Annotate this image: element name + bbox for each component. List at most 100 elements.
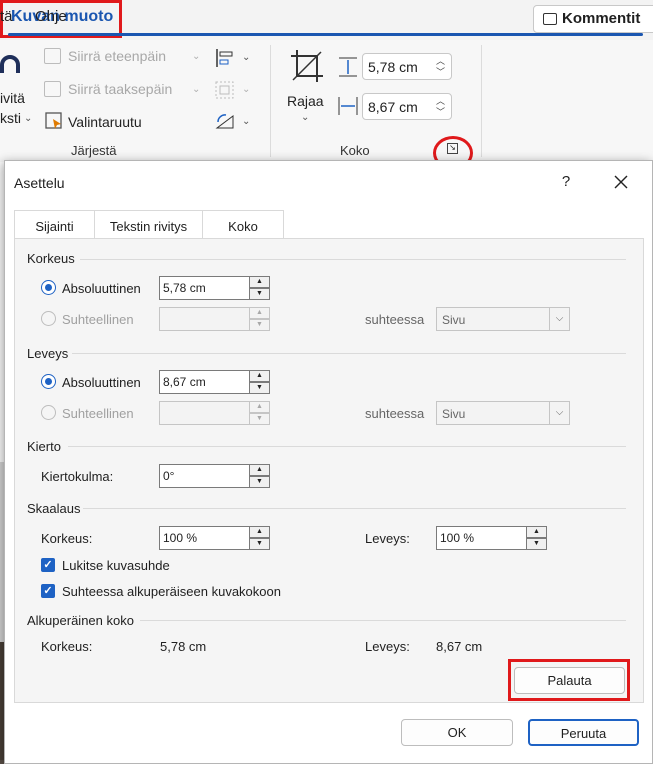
- chevron-down-icon[interactable]: ▼: [249, 476, 270, 488]
- comments-button-label: Kommentit: [562, 10, 641, 27]
- height-absolute-input[interactable]: 5,78 cm: [159, 276, 250, 300]
- height-relative-spinner[interactable]: ▲ ▼: [249, 307, 270, 331]
- width-relative-radio[interactable]: [41, 405, 56, 420]
- scale-section-title: Skaalaus: [27, 501, 81, 516]
- chevron-up-icon[interactable]: ▲: [526, 526, 547, 538]
- chevron-up-icon[interactable]: ▲: [249, 276, 270, 288]
- section-divider: [140, 620, 626, 621]
- chevron-down-icon[interactable]: ⌄: [242, 116, 250, 127]
- width-absolute-input[interactable]: 8,67 cm: [159, 370, 250, 394]
- section-divider: [68, 446, 626, 447]
- chevron-down-icon[interactable]: ⌄: [301, 112, 309, 123]
- tab-text-wrapping[interactable]: Tekstin rivitys: [94, 210, 202, 239]
- chevron-down-icon[interactable]: ⌵: [549, 308, 569, 330]
- chevron-up-icon[interactable]: ▲: [249, 401, 270, 413]
- chevron-down-icon[interactable]: ⌄: [192, 51, 200, 62]
- width-absolute-label[interactable]: Absoluuttinen: [62, 375, 141, 390]
- chevron-down-icon[interactable]: ▼: [249, 382, 270, 394]
- original-width-label: Leveys:: [365, 639, 410, 654]
- reset-button-label: Palauta: [547, 673, 592, 688]
- width-absolute-spinner[interactable]: ▲ ▼: [249, 370, 270, 394]
- rotation-angle-spinner[interactable]: ▲ ▼: [249, 464, 270, 488]
- send-backward-label[interactable]: Siirrä taaksepäin: [68, 81, 172, 97]
- height-relative-input[interactable]: [159, 307, 250, 331]
- width-relative-spinner[interactable]: ▲ ▼: [249, 401, 270, 425]
- height-absolute-radio[interactable]: [41, 280, 56, 295]
- cancel-button[interactable]: Peruuta: [528, 719, 639, 746]
- ok-button[interactable]: OK: [401, 719, 513, 746]
- tab-position[interactable]: Sijainti: [14, 210, 94, 239]
- align-icon[interactable]: [214, 48, 236, 68]
- chevron-up-icon[interactable]: ▲: [249, 526, 270, 538]
- chevron-down-icon[interactable]: ⌵: [549, 402, 569, 424]
- width-section-title: Leveys: [27, 346, 69, 361]
- chevron-down-icon[interactable]: ⌄: [24, 113, 32, 124]
- scale-width-spinner[interactable]: ▲ ▼: [526, 526, 547, 550]
- group-separator: [481, 45, 482, 157]
- chevron-up-icon[interactable]: ︿: [436, 57, 445, 66]
- chevron-down-icon[interactable]: ﹀: [436, 68, 445, 77]
- crop-icon[interactable]: [289, 48, 325, 84]
- selection-pane-label[interactable]: Valintaruutu: [68, 114, 142, 130]
- chevron-up-icon[interactable]: ▲: [249, 464, 270, 476]
- tab-size[interactable]: Koko: [202, 210, 284, 240]
- section-divider: [72, 353, 626, 354]
- width-relative-to-value: Sivu: [442, 407, 466, 421]
- height-absolute-label[interactable]: Absoluuttinen: [62, 281, 141, 296]
- chevron-down-icon[interactable]: ▼: [249, 288, 270, 300]
- tab-help[interactable]: Ohje: [35, 8, 67, 25]
- group-objects-icon[interactable]: [214, 80, 236, 100]
- rotate-icon[interactable]: [214, 112, 236, 132]
- height-absolute-spinner[interactable]: ▲ ▼: [249, 276, 270, 300]
- size-group-label: Koko: [340, 143, 370, 158]
- cancel-button-label: Peruuta: [560, 726, 607, 741]
- chevron-down-icon[interactable]: ﹀: [436, 108, 445, 117]
- tab-partial[interactable]: tä: [0, 8, 13, 25]
- ribbon-width-field[interactable]: 8,67 cm ︿ ﹀: [362, 93, 452, 120]
- ribbon: tä Ohje Kuvan muoto Kommentit ivitä ksti…: [0, 0, 653, 170]
- rotation-angle-input[interactable]: 0°: [159, 464, 250, 488]
- relative-original-label[interactable]: Suhteessa alkuperäiseen kuvakokoon: [62, 584, 281, 599]
- height-relative-radio[interactable]: [41, 311, 56, 326]
- width-relative-to-select[interactable]: Sivu ⌵: [436, 401, 570, 425]
- comments-button[interactable]: Kommentit: [533, 5, 653, 33]
- send-backward-icon: [44, 81, 61, 97]
- text-wrap-partial-label[interactable]: ksti: [0, 110, 21, 126]
- section-divider: [80, 259, 626, 260]
- arrange-group-label: Järjestä: [71, 143, 117, 158]
- dialog-launcher-icon[interactable]: ↘: [447, 143, 458, 154]
- lock-aspect-label[interactable]: Lukitse kuvasuhde: [62, 558, 170, 573]
- original-height-label: Korkeus:: [41, 639, 93, 654]
- reset-button[interactable]: Palauta: [514, 667, 625, 694]
- close-icon[interactable]: [610, 171, 632, 193]
- chevron-up-icon[interactable]: ︿: [436, 97, 445, 106]
- chevron-down-icon[interactable]: ⌄: [192, 84, 200, 95]
- active-tab-indicator: [8, 33, 643, 36]
- relative-original-checkbox[interactable]: ✓: [41, 584, 55, 598]
- chevron-down-icon[interactable]: ▼: [526, 538, 547, 550]
- chevron-down-icon[interactable]: ⌄: [242, 84, 250, 95]
- bring-forward-label[interactable]: Siirrä eteenpäin: [68, 48, 166, 64]
- width-relative-label[interactable]: Suhteellinen: [62, 406, 134, 421]
- dialog-title: Asettelu: [14, 175, 65, 191]
- chevron-down-icon[interactable]: ⌄: [242, 52, 250, 63]
- scale-height-spinner[interactable]: ▲ ▼: [249, 526, 270, 550]
- chevron-down-icon[interactable]: ▼: [249, 538, 270, 550]
- wrap-text-icon[interactable]: [0, 55, 24, 77]
- height-relative-label[interactable]: Suhteellinen: [62, 312, 134, 327]
- wrap-text-partial-label[interactable]: ivitä: [0, 90, 25, 106]
- height-relative-to-select[interactable]: Sivu ⌵: [436, 307, 570, 331]
- chevron-down-icon[interactable]: ▼: [249, 413, 270, 425]
- chevron-up-icon[interactable]: ▲: [249, 370, 270, 382]
- chevron-down-icon[interactable]: ▼: [249, 319, 270, 331]
- ribbon-height-field[interactable]: 5,78 cm ︿ ﹀: [362, 53, 452, 80]
- crop-label[interactable]: Rajaa: [287, 93, 324, 109]
- help-button[interactable]: ?: [556, 173, 576, 190]
- width-absolute-radio[interactable]: [41, 374, 56, 389]
- scale-height-input[interactable]: 100 %: [159, 526, 250, 550]
- lock-aspect-checkbox[interactable]: ✓: [41, 558, 55, 572]
- rotation-section-title: Kierto: [27, 439, 61, 454]
- width-relative-input[interactable]: [159, 401, 250, 425]
- scale-width-input[interactable]: 100 %: [436, 526, 527, 550]
- chevron-up-icon[interactable]: ▲: [249, 307, 270, 319]
